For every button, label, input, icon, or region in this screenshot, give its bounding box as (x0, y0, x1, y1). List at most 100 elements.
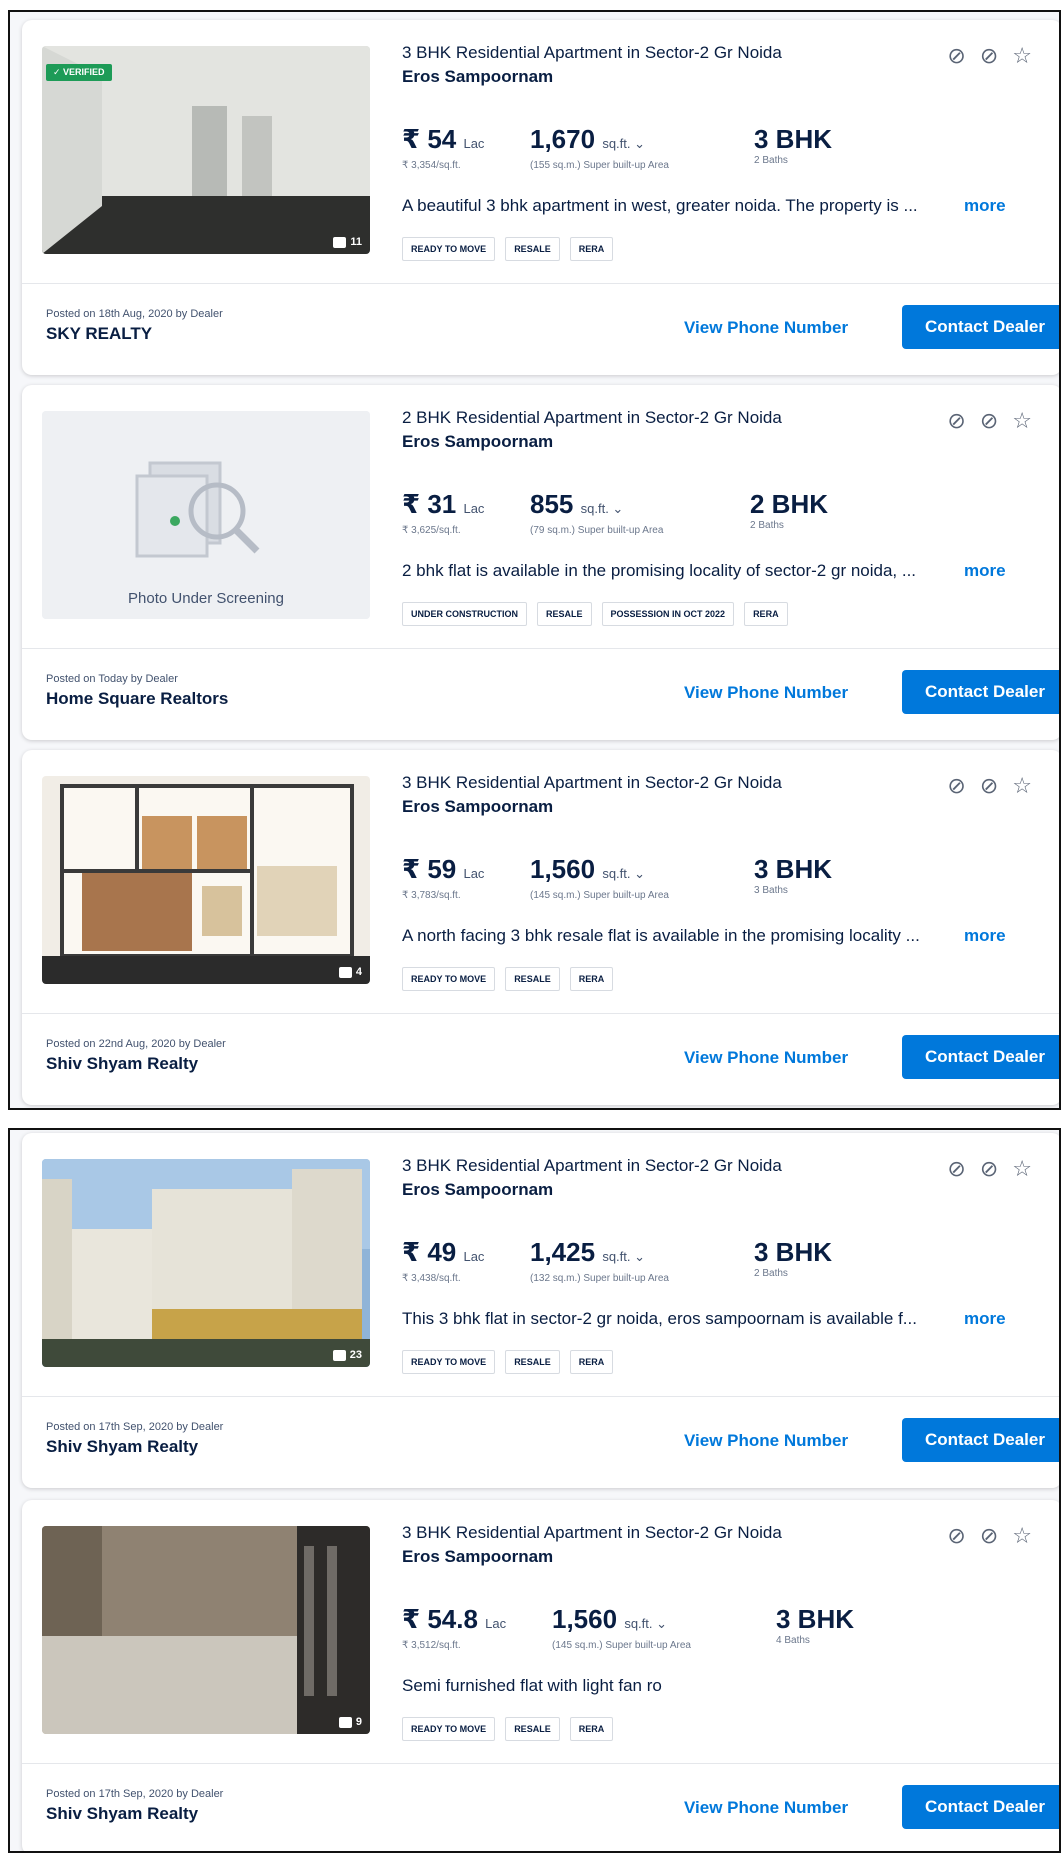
property-photo[interactable]: 4 (42, 776, 370, 984)
price-unit: Lac (463, 866, 485, 881)
listing-title[interactable]: 3 BHK Residential Apartment in Sector-2 … (402, 1522, 1042, 1544)
posted-date: Posted on 17th Sep, 2020 by Dealer (46, 1421, 224, 1433)
tag: READY TO MOVE (402, 1717, 496, 1741)
project-name[interactable]: Eros Sampoornam (402, 1544, 1042, 1570)
project-name[interactable]: Eros Sampoornam (402, 794, 1042, 820)
price-unit: Lac (463, 136, 485, 151)
listing-title[interactable]: 3 BHK Residential Apartment in Sector-2 … (402, 42, 1042, 64)
hide-icon[interactable]: ⊘ (947, 1524, 965, 1548)
hide-icon[interactable]: ⊘ (947, 1157, 965, 1181)
baths: 2 Baths (754, 155, 788, 166)
listing-card[interactable]: 9 3 BHK Residential Apartment in Sector-… (22, 1500, 1059, 1851)
contact-dealer-button[interactable]: Contact Dealer (902, 305, 1059, 349)
contact-dealer-button[interactable]: Contact Dealer (902, 1035, 1059, 1079)
more-link[interactable]: more (964, 195, 1006, 217)
listing-card[interactable]: 23 3 BHK Residential Apartment in Sector… (22, 1133, 1059, 1488)
area-block: 855 sq.ft. ⌄ (79 sq.m.) Super built-up A… (530, 489, 663, 538)
price-block: ₹ 59 Lac ₹ 3,783/sq.ft. (402, 854, 484, 903)
listing-card[interactable]: ✓ VERIFIED 11 3 BHK Residential Apartmen… (22, 20, 1059, 375)
contact-dealer-button[interactable]: Contact Dealer (902, 1418, 1059, 1462)
property-photo[interactable]: 23 (42, 1159, 370, 1367)
more-link[interactable]: more (964, 925, 1006, 947)
area: 855 (530, 489, 574, 519)
tag: READY TO MOVE (402, 967, 496, 991)
project-name[interactable]: Eros Sampoornam (402, 64, 1042, 90)
contact-dealer-button[interactable]: Contact Dealer (902, 670, 1059, 714)
shortlist-star-icon[interactable]: ☆ (1012, 774, 1032, 798)
area-unit-toggle[interactable]: sq.ft. ⌄ (602, 136, 645, 151)
tag-list: READY TO MOVE RESALE RERA (402, 237, 614, 261)
view-phone-button[interactable]: View Phone Number (684, 683, 848, 703)
photo-count[interactable]: 4 (338, 966, 362, 978)
area-unit-toggle[interactable]: sq.ft. ⌄ (602, 1249, 645, 1264)
price-per-sqft: ₹ 3,438/sq.ft. (402, 1273, 461, 1284)
photo-count[interactable]: 11 (333, 236, 362, 248)
contact-dealer-button[interactable]: Contact Dealer (902, 1785, 1059, 1829)
property-photo[interactable]: 9 (42, 1526, 370, 1734)
baths: 4 Baths (776, 1635, 810, 1646)
listing-actions: ⊘ ⊘ ☆ (947, 774, 1032, 798)
dealer-name[interactable]: Shiv Shyam Realty (46, 1804, 223, 1824)
listing-card[interactable]: 4 3 BHK Residential Apartment in Sector-… (22, 750, 1059, 1105)
area-block: 1,425 sq.ft. ⌄ (132 sq.m.) Super built-u… (530, 1237, 669, 1286)
area-unit-toggle[interactable]: sq.ft. ⌄ (581, 501, 624, 516)
area-unit-toggle[interactable]: sq.ft. ⌄ (602, 866, 645, 881)
posted-info: Posted on 17th Sep, 2020 by Dealer Shiv … (46, 1421, 223, 1457)
shortlist-star-icon[interactable]: ☆ (1012, 1524, 1032, 1548)
dealer-name[interactable]: Home Square Realtors (46, 689, 228, 709)
listing-card[interactable]: Photo Under Screening 2 BHK Residential … (22, 385, 1059, 740)
price-unit: Lac (463, 1249, 485, 1264)
shortlist-star-icon[interactable]: ☆ (1012, 1157, 1032, 1181)
property-photo[interactable]: ✓ VERIFIED 11 (42, 46, 370, 254)
config-block: 3 BHK 3 Baths (754, 854, 832, 898)
more-link[interactable]: more (964, 1308, 1006, 1330)
eye-off-icon[interactable]: ⊘ (980, 774, 998, 798)
area-block: 1,670 sq.ft. ⌄ (155 sq.m.) Super built-u… (530, 124, 669, 173)
hide-icon[interactable]: ⊘ (947, 409, 965, 433)
view-phone-button[interactable]: View Phone Number (684, 318, 848, 338)
tag-list: READY TO MOVE RESALE RERA (402, 967, 614, 991)
tag: RERA (569, 1717, 614, 1741)
posted-info: Posted on Today by Dealer Home Square Re… (46, 673, 228, 709)
price-per-sqft: ₹ 3,354/sq.ft. (402, 160, 461, 171)
more-link[interactable]: more (964, 560, 1006, 582)
listing-title[interactable]: 3 BHK Residential Apartment in Sector-2 … (402, 772, 1042, 794)
listing-info: 3 BHK Residential Apartment in Sector-2 … (402, 1522, 1042, 1741)
camera-icon (333, 236, 347, 248)
listing-title[interactable]: 3 BHK Residential Apartment in Sector-2 … (402, 1155, 1042, 1177)
project-name[interactable]: Eros Sampoornam (402, 429, 1042, 455)
divider (22, 1763, 1059, 1764)
description: A north facing 3 bhk resale flat is avai… (402, 925, 1006, 947)
dealer-name[interactable]: Shiv Shyam Realty (46, 1054, 226, 1074)
listing-actions: ⊘ ⊘ ☆ (947, 1524, 1032, 1548)
area: 1,670 (530, 124, 596, 154)
photo-count[interactable]: 23 (332, 1349, 362, 1361)
eye-off-icon[interactable]: ⊘ (980, 1157, 998, 1181)
listing-info: 2 BHK Residential Apartment in Sector-2 … (402, 407, 1042, 626)
config-block: 3 BHK 2 Baths (754, 1237, 832, 1281)
camera-icon (332, 1349, 346, 1361)
building-photo-image (42, 1159, 370, 1367)
area-unit-toggle[interactable]: sq.ft. ⌄ (624, 1616, 667, 1631)
shortlist-star-icon[interactable]: ☆ (1012, 44, 1032, 68)
dealer-name[interactable]: Shiv Shyam Realty (46, 1437, 223, 1457)
dealer-name[interactable]: SKY REALTY (46, 324, 223, 344)
listing-title[interactable]: 2 BHK Residential Apartment in Sector-2 … (402, 407, 1042, 429)
eye-off-icon[interactable]: ⊘ (980, 409, 998, 433)
listing-actions: ⊘ ⊘ ☆ (947, 1157, 1032, 1181)
view-phone-button[interactable]: View Phone Number (684, 1431, 848, 1451)
hide-icon[interactable]: ⊘ (947, 44, 965, 68)
view-phone-button[interactable]: View Phone Number (684, 1048, 848, 1068)
tag: RESALE (537, 602, 592, 626)
eye-off-icon[interactable]: ⊘ (980, 1524, 998, 1548)
hide-icon[interactable]: ⊘ (947, 774, 965, 798)
view-phone-button[interactable]: View Phone Number (684, 1798, 848, 1818)
description: 2 bhk flat is available in the promising… (402, 560, 1006, 582)
eye-off-icon[interactable]: ⊘ (980, 44, 998, 68)
photo-count[interactable]: 9 (338, 1716, 362, 1728)
divider (22, 1396, 1059, 1397)
shortlist-star-icon[interactable]: ☆ (1012, 409, 1032, 433)
project-name[interactable]: Eros Sampoornam (402, 1177, 1042, 1203)
property-photo[interactable]: Photo Under Screening (42, 411, 370, 619)
config-block: 2 BHK 2 Baths (750, 489, 828, 533)
